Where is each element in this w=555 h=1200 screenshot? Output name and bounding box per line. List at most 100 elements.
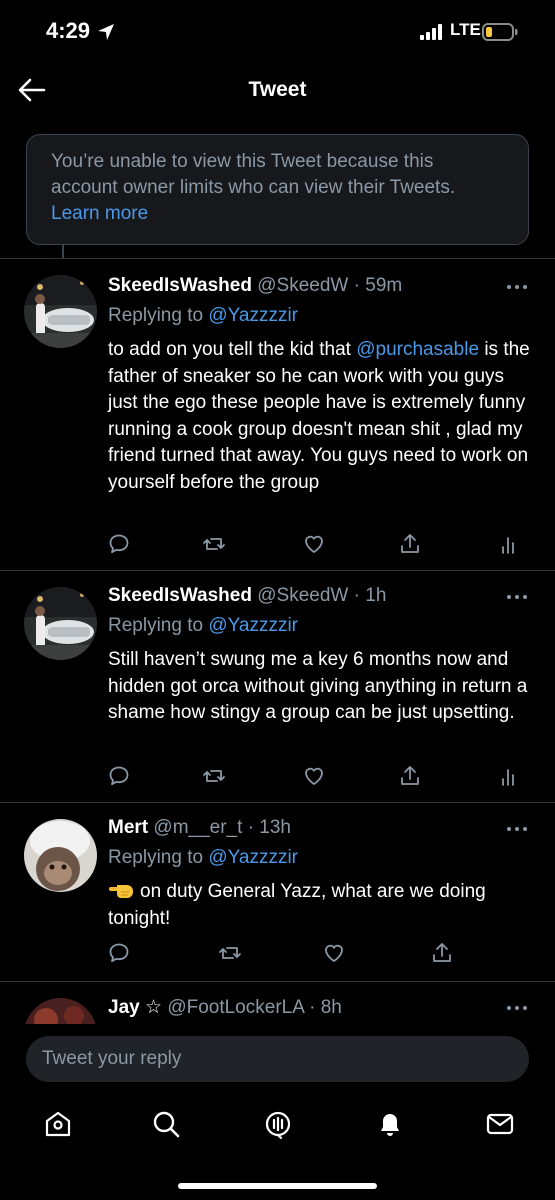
replying-to-handle[interactable]: @Yazzzzir: [208, 615, 298, 636]
heart-icon: [305, 535, 323, 553]
replying-to-handle[interactable]: @Yazzzzir: [208, 305, 298, 326]
analytics-button[interactable]: [497, 764, 521, 788]
tweet-reply[interactable]: Mert @m__er_t · 13h Replying to @Yazzzzi…: [0, 803, 555, 981]
home-icon: [45, 1111, 71, 1137]
like-button[interactable]: [302, 532, 326, 556]
like-button[interactable]: [302, 764, 326, 788]
share-icon: [401, 766, 419, 785]
replying-label: Replying to: [108, 305, 204, 326]
reply-button[interactable]: [107, 941, 131, 965]
share-icon: [401, 534, 419, 553]
tweet-text: on duty General Yazz, what are we doing …: [108, 879, 538, 932]
tweet-reply[interactable]: SkeedIsWashed @SkeedW · 1h Replying to @…: [0, 571, 555, 802]
avatar-photo: [24, 275, 97, 348]
tweet-text: to add on you tell the kid that @purchas…: [108, 337, 538, 497]
status-bar: 4:29 LTE: [0, 0, 555, 64]
reply-icon: [109, 534, 129, 554]
reply-button[interactable]: [107, 532, 131, 556]
tweet-header: Jay ☆ @FootLockerLA · 8h: [108, 996, 342, 1019]
author-name[interactable]: SkeedIsWashed: [108, 585, 252, 606]
author-name[interactable]: Mert: [108, 817, 148, 838]
tweet-header: SkeedIsWashed @SkeedW · 59m: [108, 275, 402, 297]
separator: ·: [309, 997, 316, 1018]
tweet-reply[interactable]: Jay ☆ @FootLockerLA · 8h: [0, 982, 555, 1024]
tweet-time: 59m: [365, 275, 403, 296]
tab-messages[interactable]: [484, 1108, 516, 1140]
tab-spaces[interactable]: [262, 1108, 294, 1140]
star-badge: ☆: [144, 997, 163, 1018]
retweet-icon: [203, 770, 225, 782]
analytics-button[interactable]: [497, 532, 521, 556]
tab-notifications[interactable]: [374, 1108, 406, 1140]
top-bar: Tweet: [0, 64, 555, 118]
replying-to-handle[interactable]: @Yazzzzir: [208, 847, 298, 868]
retweet-icon: [219, 947, 241, 959]
replying-label: Replying to: [108, 615, 204, 636]
tweet-header: Mert @m__er_t · 13h: [108, 817, 291, 839]
reply-icon: [109, 766, 129, 786]
retweet-button[interactable]: [202, 764, 226, 788]
tweet-text-part: is the father of sneaker so he can work …: [108, 339, 530, 493]
tweet-text-part: on duty General Yazz, what are we doing …: [108, 881, 486, 929]
home-indicator: [178, 1183, 377, 1189]
tweet-time: 13h: [259, 817, 291, 838]
separator: ·: [353, 275, 360, 296]
avatar-photo: [24, 587, 97, 660]
notifications-icon: [381, 1114, 399, 1136]
share-button[interactable]: [430, 941, 454, 965]
tweet-text-part: to add on you tell the kid that: [108, 339, 357, 360]
tweet-text: Still haven’t swung me a key 6 months no…: [108, 649, 528, 724]
author-name[interactable]: Jay: [108, 997, 140, 1018]
reply-button[interactable]: [107, 764, 131, 788]
author-handle: @FootLockerLA: [167, 997, 304, 1018]
separator: ·: [353, 585, 360, 606]
learn-more-link[interactable]: Learn more: [51, 201, 504, 227]
avatar[interactable]: [24, 998, 97, 1024]
tweet-time: 1h: [365, 585, 387, 606]
avatar[interactable]: [24, 587, 97, 660]
mention-link[interactable]: @purchasable: [356, 339, 479, 360]
analytics-icon: [502, 537, 514, 554]
location-arrow-icon: [98, 24, 114, 40]
separator: ·: [247, 817, 255, 838]
heart-icon: [305, 767, 323, 785]
page-title: Tweet: [248, 78, 307, 101]
more-options-icon[interactable]: [506, 825, 528, 833]
tweet-reply[interactable]: SkeedIsWashed @SkeedW · 59m Replying to …: [0, 259, 555, 570]
spaces-icon: [265, 1111, 291, 1140]
more-options-icon[interactable]: [506, 1004, 528, 1012]
replying-label: Replying to: [108, 847, 204, 868]
reply-input[interactable]: Tweet your reply: [26, 1036, 529, 1082]
share-button[interactable]: [398, 532, 422, 556]
like-button[interactable]: [322, 941, 346, 965]
network-label: LTE: [450, 20, 481, 39]
search-icon: [153, 1111, 180, 1138]
reply-placeholder: Tweet your reply: [42, 1048, 182, 1069]
avatar-photo: [24, 998, 97, 1024]
retweet-button[interactable]: [202, 532, 226, 556]
retweet-icon: [203, 538, 225, 550]
share-button[interactable]: [398, 764, 422, 788]
author-handle: @SkeedW: [257, 585, 349, 606]
signal-bars-icon: [420, 24, 442, 40]
battery-icon: [482, 23, 518, 41]
tab-search[interactable]: [150, 1108, 182, 1140]
more-options-icon[interactable]: [506, 283, 528, 291]
messages-icon: [486, 1113, 514, 1135]
avatar[interactable]: [24, 819, 97, 892]
replying-to: Replying to @Yazzzzir: [108, 305, 298, 327]
avatar[interactable]: [24, 275, 97, 348]
restricted-tweet-notice: You’re unable to view this Tweet because…: [26, 134, 529, 245]
thread-connector-line: [62, 245, 64, 259]
avatar-photo: [24, 819, 97, 892]
more-options-icon[interactable]: [506, 593, 528, 601]
retweet-button[interactable]: [218, 941, 242, 965]
replying-to: Replying to @Yazzzzir: [108, 615, 298, 637]
author-handle: @SkeedW: [257, 275, 349, 296]
analytics-icon: [502, 769, 514, 786]
share-icon: [433, 943, 451, 962]
tweet-time: 8h: [320, 997, 342, 1018]
tab-home[interactable]: [42, 1108, 74, 1140]
tweet-header: SkeedIsWashed @SkeedW · 1h: [108, 585, 386, 607]
author-name[interactable]: SkeedIsWashed: [108, 275, 252, 296]
